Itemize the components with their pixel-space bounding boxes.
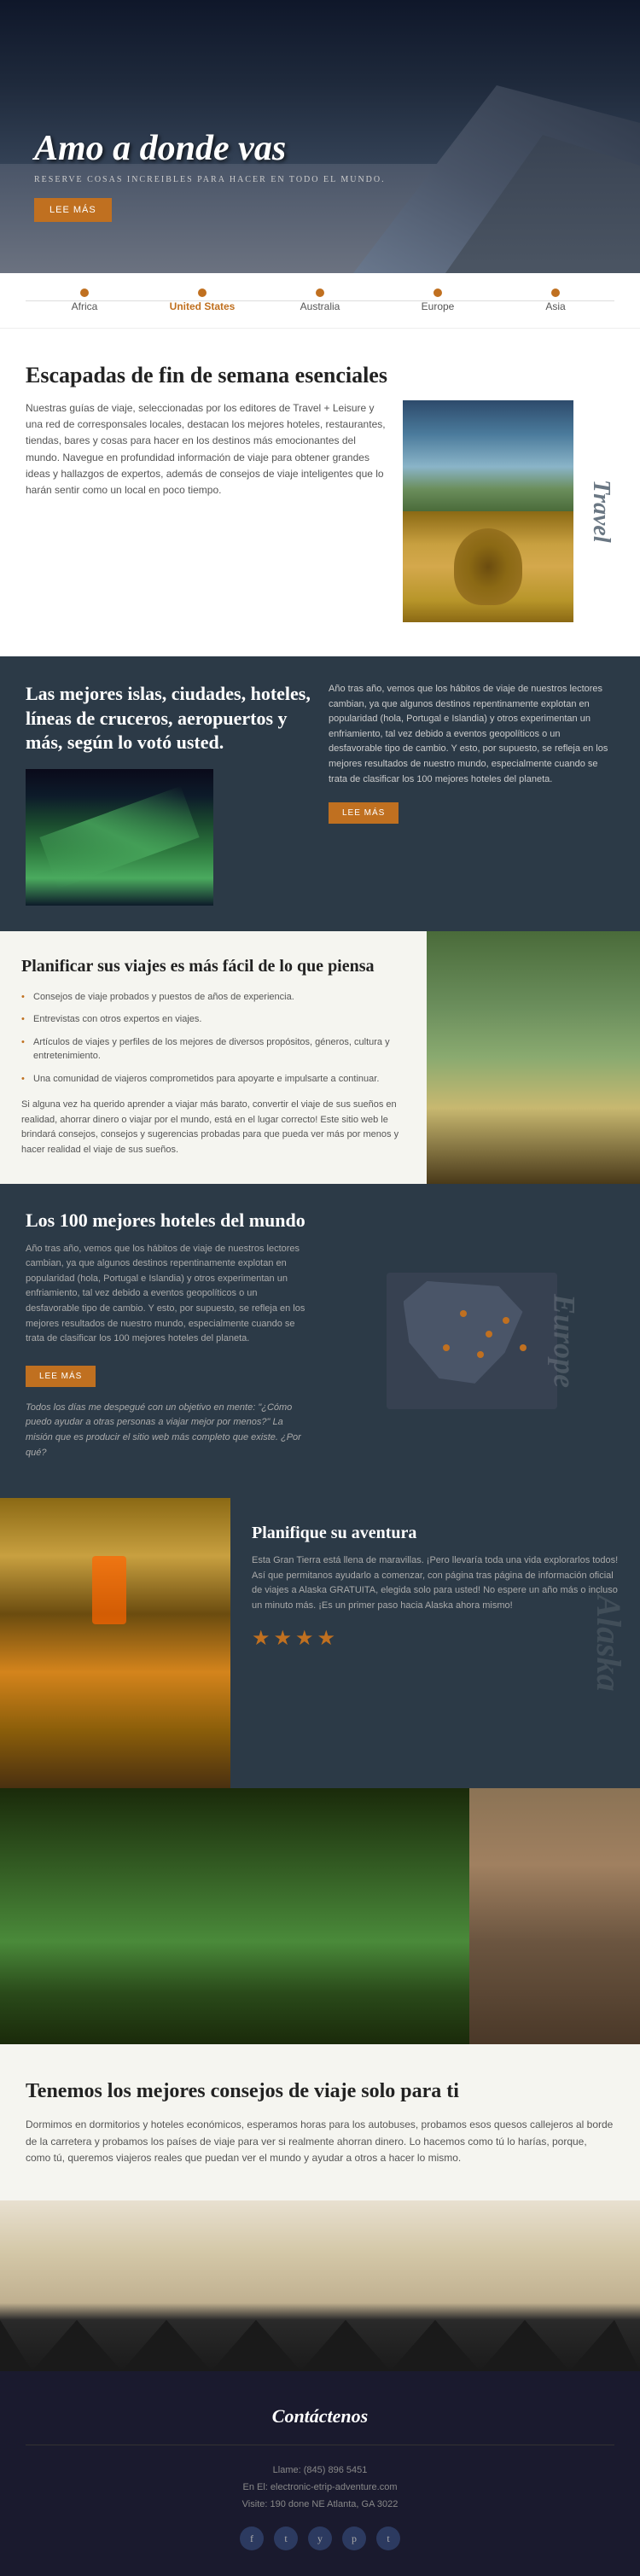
islands-text: Año tras año, vemos que los hábitos de v… [329, 682, 614, 787]
consejos-text: Dormimos en dormitorios y hoteles económ… [26, 2117, 614, 2166]
planificar-left: Planificar sus viajes es más fácil de lo… [0, 931, 427, 1184]
planificar-section: Planificar sus viajes es más fácil de lo… [0, 931, 640, 1184]
travel-vertical-label: Travel [587, 480, 614, 543]
footer-email: En El: electronic-etrip-adventure.com [26, 2480, 614, 2497]
planificar-title: Planificar sus viajes es más fácil de lo… [21, 957, 405, 976]
hero-subtitle: RESERVE COSAS INCREIBLES PARA HACER EN T… [34, 175, 386, 184]
nav-dot-africa [80, 288, 89, 297]
map-dot-5 [503, 1317, 509, 1324]
nav-dot-australia [316, 288, 324, 297]
escapadas-content: Nuestras guías de viaje, seleccionadas p… [26, 400, 614, 622]
planificar-right [427, 931, 640, 1184]
nav-item-usa[interactable]: United States [143, 288, 261, 312]
list-item-2: Entrevistas con otros expertos en viajes… [21, 1012, 405, 1027]
map-dot-1 [460, 1310, 467, 1317]
star-4: ★ [317, 1626, 336, 1651]
nature-section [0, 1788, 640, 2044]
nav-item-africa[interactable]: Africa [26, 288, 143, 312]
aventura-section: Planifique su aventura Esta Gran Tierra … [0, 1498, 640, 1788]
hoteles-section: Los 100 mejores hoteles del mundo Año tr… [0, 1184, 640, 1499]
map-dot-2 [486, 1331, 492, 1338]
islands-right: Año tras año, vemos que los hábitos de v… [329, 682, 614, 824]
map-dot-3 [477, 1351, 484, 1358]
hiker-image [0, 1498, 230, 1788]
escapadas-title: Escapadas de fin de semana esenciales [26, 363, 614, 388]
aurora-image [26, 769, 213, 906]
escapadas-images [403, 400, 573, 622]
social-tumblr[interactable]: t [376, 2526, 400, 2550]
hero-content: Amo a donde vas RESERVE COSAS INCREIBLES… [34, 129, 386, 222]
list-item-4: Una comunidad de viajeros comprometidos … [21, 1072, 405, 1087]
social-facebook[interactable]: f [240, 2526, 264, 2550]
nav-label-australia: Australia [300, 300, 340, 312]
hoteles-right: Europe [329, 1209, 614, 1473]
europe-map: Europe [387, 1273, 557, 1409]
list-item-1: Consejos de viaje probados y puestos de … [21, 990, 405, 1005]
nav-dot-usa [198, 288, 207, 297]
planificar-list: Consejos de viaje probados y puestos de … [21, 990, 405, 1087]
rating-stars: ★ ★ ★ ★ [252, 1626, 619, 1651]
social-twitter[interactable]: t [274, 2526, 298, 2550]
viaduct-section [0, 2200, 640, 2371]
escapadas-section: Escapadas de fin de semana esenciales Nu… [0, 329, 640, 656]
hoteles-quote: Todos los días me despegué con un objeti… [26, 1401, 311, 1460]
star-3: ★ [295, 1626, 314, 1651]
escapadas-text: Nuestras guías de viaje, seleccionadas p… [26, 400, 386, 498]
islands-cta-button[interactable]: Lee más [329, 802, 399, 824]
consejos-title: Tenemos los mejores consejos de viaje so… [26, 2078, 614, 2105]
consejos-section: Tenemos los mejores consejos de viaje so… [0, 2044, 640, 2200]
nav-label-europe: Europe [422, 300, 455, 312]
highland-cow-image [403, 511, 573, 622]
map-background [387, 1273, 557, 1409]
hoteles-cta-button[interactable]: Lee más [26, 1366, 96, 1387]
destination-nav: Africa United States Australia Europe As… [0, 273, 640, 329]
nav-dot-europe [433, 288, 442, 297]
hero-cta-button[interactable]: Lee más [34, 198, 112, 222]
bridge-image [469, 1788, 640, 2044]
countryside-image [427, 931, 640, 1184]
islands-section: Las mejores islas, ciudades, hoteles, lí… [0, 656, 640, 931]
hoteles-left: Los 100 mejores hoteles del mundo Año tr… [26, 1209, 311, 1473]
aventura-title: Planifique su aventura [252, 1524, 619, 1543]
hero-title: Amo a donde vas [34, 129, 386, 168]
aventura-text: Esta Gran Tierra está llena de maravilla… [252, 1553, 619, 1613]
footer: Contáctenos Llame: (845) 896 5451 En El:… [0, 2371, 640, 2576]
footer-title: Contáctenos [26, 2405, 614, 2427]
nav-item-australia[interactable]: Australia [261, 288, 379, 312]
islands-title: Las mejores islas, ciudades, hoteles, lí… [26, 682, 311, 755]
planificar-text: Si alguna vez ha querido aprender a viaj… [21, 1098, 405, 1157]
europe-vertical-label: Europe [547, 1294, 583, 1388]
hoteles-title: Los 100 mejores hoteles del mundo [26, 1209, 311, 1232]
social-youtube[interactable]: y [308, 2526, 332, 2550]
nav-item-asia[interactable]: Asia [497, 288, 614, 312]
nav-item-europe[interactable]: Europe [379, 288, 497, 312]
star-2: ★ [274, 1626, 293, 1651]
alaska-vertical-label: Alaska [589, 1595, 629, 1692]
nav-label-usa: United States [170, 300, 236, 312]
map-dot-4 [443, 1344, 450, 1351]
hoteles-text: Año tras año, vemos que los hábitos de v… [26, 1242, 311, 1347]
viaduct-arches [0, 2286, 640, 2371]
list-item-3: Artículos de viajes y perfiles de los me… [21, 1035, 405, 1064]
mountain-image [403, 400, 573, 511]
nav-label-asia: Asia [545, 300, 565, 312]
star-1: ★ [252, 1626, 271, 1651]
social-pinterest[interactable]: p [342, 2526, 366, 2550]
footer-address: Visite: 190 done NE Atlanta, GA 3022 [26, 2497, 614, 2514]
hero-section: Amo a donde vas RESERVE COSAS INCREIBLES… [0, 0, 640, 273]
islands-left: Las mejores islas, ciudades, hoteles, lí… [26, 682, 311, 906]
nav-label-africa: Africa [72, 300, 98, 312]
footer-phone: Llame: (845) 896 5451 [26, 2462, 614, 2480]
footer-social: f t y p t [26, 2526, 614, 2550]
map-dot-6 [520, 1344, 527, 1351]
map-europe-shape [404, 1281, 523, 1384]
nav-dot-asia [551, 288, 560, 297]
consejos-text-block: Tenemos los mejores consejos de viaje so… [26, 2078, 614, 2166]
aventura-right: Planifique su aventura Esta Gran Tierra … [230, 1498, 640, 1788]
trees-image [0, 1788, 469, 2044]
